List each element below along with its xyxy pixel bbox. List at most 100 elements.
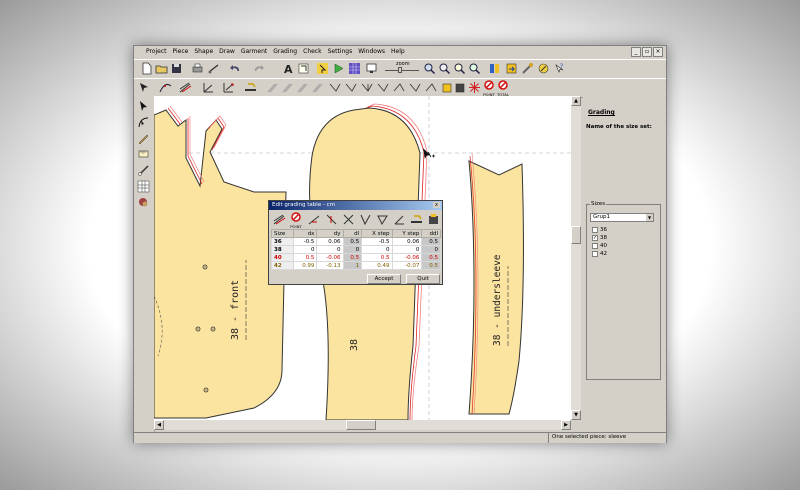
plotter-icon[interactable] <box>207 62 220 75</box>
print-icon[interactable] <box>191 62 204 75</box>
horizontal-scrollbar[interactable]: ◀ ▶ <box>154 420 571 430</box>
pencil-icon[interactable] <box>137 132 150 145</box>
save-icon[interactable] <box>170 62 183 75</box>
open-folder-icon[interactable] <box>155 62 168 75</box>
vertical-scroll-thumb[interactable] <box>571 226 581 244</box>
cell-x-step[interactable]: 0.49 <box>361 261 393 270</box>
size-checkbox-40[interactable] <box>592 243 598 249</box>
undersleeve-piece[interactable]: 38 - undersleeve <box>468 152 524 415</box>
select-icon[interactable] <box>316 62 329 75</box>
rule-3-icon[interactable] <box>342 213 355 226</box>
vertical-scrollbar[interactable]: ▲ ▼ <box>571 96 581 420</box>
menu-grading[interactable]: Grading <box>270 46 300 58</box>
cell-dx[interactable]: 0.5 <box>293 253 318 262</box>
screen-icon[interactable] <box>365 62 378 75</box>
pointer-icon[interactable] <box>138 81 151 94</box>
rule-7-icon[interactable] <box>410 213 423 226</box>
cell-dy[interactable]: 0 <box>316 245 344 254</box>
rule-5-icon[interactable] <box>376 213 389 226</box>
size-checkbox-36[interactable] <box>592 227 598 233</box>
redo-icon[interactable] <box>252 62 265 75</box>
point-no-icon[interactable]: POINT <box>482 80 496 97</box>
scroll-right-button[interactable]: ▶ <box>561 420 571 430</box>
quit-button[interactable]: Quit <box>406 274 440 284</box>
scroll-up-button[interactable]: ▲ <box>571 96 581 106</box>
zoom-slider[interactable]: zoom <box>385 61 419 76</box>
rule-1-icon[interactable] <box>308 213 321 226</box>
size-checkbox-42[interactable] <box>592 251 598 257</box>
cell-x-step[interactable]: 0.5 <box>361 253 393 262</box>
cell-x-step[interactable]: 0 <box>361 245 393 254</box>
arrow-icon[interactable] <box>137 100 150 113</box>
pattern-tools-group[interactable] <box>328 81 468 94</box>
measure-tool-icon[interactable] <box>244 81 257 94</box>
zoom-piece-icon[interactable] <box>453 62 466 75</box>
tools-icon[interactable] <box>521 62 534 75</box>
dialog-point-no-icon[interactable]: POINT <box>289 212 303 229</box>
cell-x-step[interactable]: -0.5 <box>361 237 393 246</box>
grading-tool-icon[interactable] <box>179 81 192 94</box>
cell-dy[interactable]: -0.06 <box>316 253 344 262</box>
bezier-icon[interactable] <box>137 116 150 129</box>
menu-shape[interactable]: Shape <box>191 46 216 58</box>
accept-button[interactable]: Accept <box>367 274 401 284</box>
zoom-in-icon[interactable] <box>423 62 436 75</box>
menu-check[interactable]: Check <box>300 46 324 58</box>
horizontal-scroll-thumb[interactable] <box>346 420 376 430</box>
cell-y-step[interactable]: 0 <box>391 245 423 254</box>
table-row[interactable]: 40 0.5 -0.06 0.5 0.5 -0.06 0.5 <box>270 253 441 262</box>
table-row[interactable]: 36 -0.5 0.06 0.5 -0.5 0.06 0.5 <box>270 237 441 246</box>
text-icon[interactable]: A <box>282 62 295 75</box>
rule-8-icon[interactable] <box>427 213 440 226</box>
size-set-select[interactable]: Grup1 ▼ <box>590 213 654 222</box>
size-checkbox-38[interactable]: ✓ <box>592 235 598 241</box>
play-icon[interactable] <box>332 62 345 75</box>
fit-icon[interactable] <box>297 62 310 75</box>
export-icon[interactable] <box>505 62 518 75</box>
ruler-icon[interactable] <box>137 148 150 161</box>
menu-piece[interactable]: Piece <box>170 46 192 58</box>
undo-icon[interactable] <box>229 62 242 75</box>
menu-draw[interactable]: Draw <box>216 46 238 58</box>
minimize-button[interactable]: _ <box>631 47 641 57</box>
menu-windows[interactable]: Windows <box>355 46 388 58</box>
zoom-out-icon[interactable] <box>438 62 451 75</box>
menu-help[interactable]: Help <box>388 46 408 58</box>
scroll-down-button[interactable]: ▼ <box>571 410 581 420</box>
rule-4-icon[interactable] <box>359 213 372 226</box>
close-button[interactable]: × <box>653 47 663 57</box>
special-icon[interactable] <box>537 62 550 75</box>
cell-dx[interactable]: 0.99 <box>293 261 318 270</box>
total-no-icon[interactable]: TOTAL <box>496 80 510 97</box>
library-icon[interactable] <box>488 62 501 75</box>
grade-all-icon[interactable] <box>273 213 286 226</box>
grid-tool-icon[interactable] <box>137 180 150 193</box>
asterisk-icon[interactable] <box>468 81 481 94</box>
cell-dy[interactable]: 0.06 <box>316 237 344 246</box>
grading-table[interactable]: Size dx dy dl X step Y step ddl 36 -0.5 … <box>270 229 441 270</box>
knife-icon[interactable] <box>137 164 150 177</box>
paint-icon[interactable] <box>137 196 150 209</box>
help-icon[interactable]: ? <box>553 62 566 75</box>
grid-icon[interactable] <box>348 62 361 75</box>
cell-dx[interactable]: 0 <box>293 245 318 254</box>
cell-y-step[interactable]: -0.07 <box>391 261 423 270</box>
curve-tool-icon[interactable] <box>159 81 172 94</box>
cell-y-step[interactable]: -0.06 <box>391 253 423 262</box>
menu-settings[interactable]: Settings <box>325 46 356 58</box>
cell-dy[interactable]: -0.13 <box>316 261 344 270</box>
angle-tool-icon[interactable] <box>222 81 235 94</box>
dialog-close-button[interactable]: x <box>433 202 440 208</box>
new-file-icon[interactable] <box>140 62 153 75</box>
zoom-all-icon[interactable] <box>468 62 481 75</box>
table-row[interactable]: 42 0.99 -0.13 1 0.49 -0.07 0.5 <box>270 261 441 270</box>
cell-dx[interactable]: -0.5 <box>293 237 318 246</box>
menu-project[interactable]: Project <box>143 46 170 58</box>
table-row[interactable]: 38 0 0 0 0 0 0 <box>270 245 441 254</box>
line-tool-icon[interactable] <box>202 81 215 94</box>
cell-y-step[interactable]: 0.06 <box>391 237 423 246</box>
chevron-down-icon[interactable]: ▼ <box>646 214 653 221</box>
rule-2-icon[interactable] <box>325 213 338 226</box>
scroll-left-button[interactable]: ◀ <box>154 420 164 430</box>
restore-button[interactable]: ▫ <box>642 47 652 57</box>
